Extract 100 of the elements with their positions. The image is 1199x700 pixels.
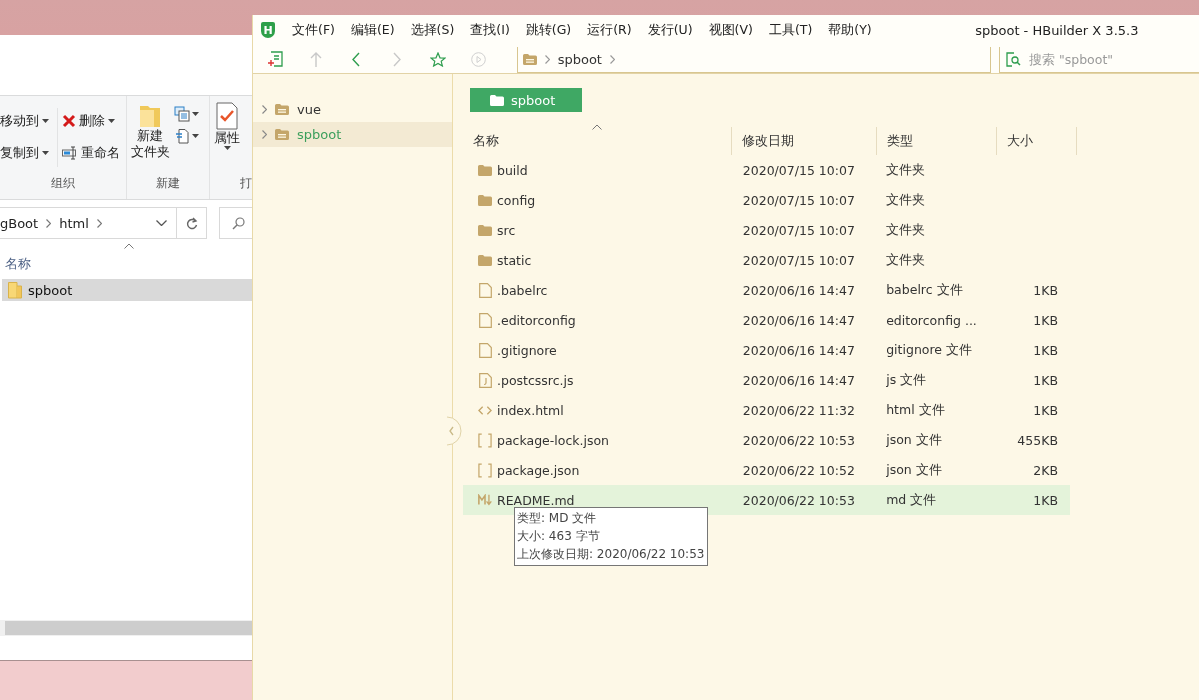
folder-icon: [478, 224, 492, 236]
properties-button[interactable]: 属性: [210, 102, 244, 175]
delete-button[interactable]: 删除: [62, 110, 124, 132]
column-header[interactable]: 修改日期: [732, 127, 877, 155]
chevron-right-icon: [96, 218, 102, 228]
folder-icon: [522, 54, 537, 65]
js-file-icon: [478, 372, 492, 388]
menu-item[interactable]: 跳转(G): [522, 21, 575, 39]
brackets-icon: [478, 432, 492, 448]
caret-icon: [191, 134, 199, 138]
column-header[interactable]: 大小: [997, 127, 1077, 155]
file-row[interactable]: .postcssrc.js 2020/06/16 14:47 js 文件 1KB: [463, 365, 1070, 395]
menu-item[interactable]: 帮助(Y): [825, 21, 875, 39]
file-row[interactable]: .editorconfig 2020/06/16 14:47 editorconfig ... 1KB: [463, 305, 1070, 335]
file-type: editorconfig ...: [886, 312, 977, 328]
file-row[interactable]: src 2020/07/15 10:07 文件夹: [463, 215, 1070, 245]
file-row[interactable]: build 2020/07/15 10:07 文件夹: [463, 155, 1070, 185]
easy-access-icon: [173, 128, 190, 144]
modified-date: 2020/06/22 11:32: [742, 402, 855, 418]
file-row[interactable]: package.json 2020/06/22 10:52 json 文件 2KB: [463, 455, 1070, 485]
menu-item[interactable]: 发行(U): [644, 21, 696, 39]
caret-icon: [42, 119, 49, 123]
modified-date: 2020/06/16 14:47: [742, 342, 855, 358]
app-logo: H: [261, 22, 275, 38]
window-title: spboot - HBuilder X 3.5.3: [974, 22, 1140, 38]
file-type: js 文件: [886, 371, 927, 387]
star-icon: [430, 51, 446, 67]
chevron-right-icon: [46, 218, 52, 228]
menu-item[interactable]: 选择(S): [407, 21, 458, 39]
folder-icon: [478, 194, 492, 206]
play-icon: [471, 51, 487, 67]
file-type: 文件夹: [886, 161, 926, 177]
file-name: package-lock.json: [497, 432, 610, 448]
menu-item[interactable]: 编辑(E): [347, 21, 398, 39]
expand-chevron-icon: [262, 105, 267, 114]
folder-icon: [8, 281, 22, 299]
file-name: src: [497, 222, 516, 238]
modified-date: 2020/07/15 10:07: [742, 222, 855, 238]
address-bar[interactable]: gBoot html: [0, 207, 207, 239]
refresh-icon: [185, 216, 198, 230]
chevron-right-icon: [544, 55, 550, 64]
move-to-button[interactable]: 移动到: [0, 110, 53, 132]
new-folder-button[interactable]: 新建 文件夹: [126, 102, 174, 175]
address-segment[interactable]: html: [59, 215, 89, 231]
modified-date: 2020/06/22 10:53: [742, 492, 855, 508]
file-row[interactable]: .babelrc 2020/06/16 14:47 babelrc 文件 1KB: [463, 275, 1070, 305]
file-name: spboot: [28, 282, 73, 298]
file-row[interactable]: package-lock.json 2020/06/22 10:53 json 文件 455KB: [463, 425, 1070, 455]
address-segment[interactable]: gBoot: [0, 215, 39, 231]
properties-icon: [216, 102, 238, 130]
menu-item[interactable]: 视图(V): [705, 21, 756, 39]
file-row[interactable]: config 2020/07/15 10:07 文件夹: [463, 185, 1070, 215]
modified-date: 2020/06/22 10:52: [742, 462, 855, 478]
rename-button[interactable]: 重命名: [62, 142, 124, 164]
file-type: gitignore 文件: [886, 341, 972, 357]
modified-date: 2020/06/16 14:47: [742, 312, 855, 328]
tree-item[interactable]: vue: [253, 97, 452, 122]
tooltip-line: 大小: 463 字节: [517, 528, 601, 545]
chevron-down-icon: [155, 220, 167, 226]
group-label: 打: [239, 175, 252, 192]
file-name: package.json: [497, 462, 580, 478]
horizontal-scrollbar[interactable]: [0, 620, 252, 636]
column-header[interactable]: 名称: [5, 256, 31, 273]
breadcrumb-item[interactable]: spboot: [557, 52, 602, 67]
file-name: .babelrc: [497, 282, 548, 298]
file-name: config: [497, 192, 536, 208]
file-type: 文件夹: [886, 191, 926, 207]
brackets-icon: [478, 462, 492, 478]
group-label: 组织: [49, 175, 76, 192]
column-header[interactable]: 类型: [877, 127, 997, 155]
menu-item[interactable]: 工具(T): [765, 21, 816, 39]
file-type: 文件夹: [886, 251, 926, 267]
file-size: 455KB: [1017, 432, 1058, 448]
menu-item[interactable]: 查找(I): [467, 21, 513, 39]
folder-icon: [478, 164, 492, 176]
column-header[interactable]: 名称: [470, 127, 732, 155]
file-size: 1KB: [1033, 312, 1058, 328]
file-size: 1KB: [1033, 282, 1058, 298]
sort-caret-icon: [592, 124, 602, 130]
file-row[interactable]: .gitignore 2020/06/16 14:47 gitignore 文件 1KB: [463, 335, 1070, 365]
menu-item[interactable]: 运行(R): [584, 21, 635, 39]
menu-item[interactable]: 文件(F): [289, 21, 338, 39]
modified-date: 2020/07/15 10:07: [742, 192, 855, 208]
new-file-icon: [266, 51, 283, 67]
file-name: static: [497, 252, 532, 268]
collapse-handle[interactable]: [445, 416, 463, 446]
new-item-icon: [173, 106, 190, 122]
file-row[interactable]: index.html 2020/06/22 11:32 html 文件 1KB: [463, 395, 1070, 425]
file-type: json 文件: [886, 461, 942, 477]
folder-icon: [275, 129, 289, 140]
file-size: 1KB: [1033, 342, 1058, 358]
file-row[interactable]: spboot: [2, 279, 252, 301]
group-label: 新建: [154, 175, 181, 192]
tooltip-line: 上次修改日期: 2020/06/22 10:53: [517, 546, 705, 563]
modified-date: 2020/06/16 14:47: [742, 282, 855, 298]
file-name: .gitignore: [497, 342, 557, 358]
file-row[interactable]: static 2020/07/15 10:07 文件夹: [463, 245, 1070, 275]
caret-icon: [191, 112, 199, 116]
search-field[interactable]: 搜索 "spboot": [1029, 52, 1199, 67]
copy-to-button[interactable]: 复制到: [0, 142, 53, 164]
